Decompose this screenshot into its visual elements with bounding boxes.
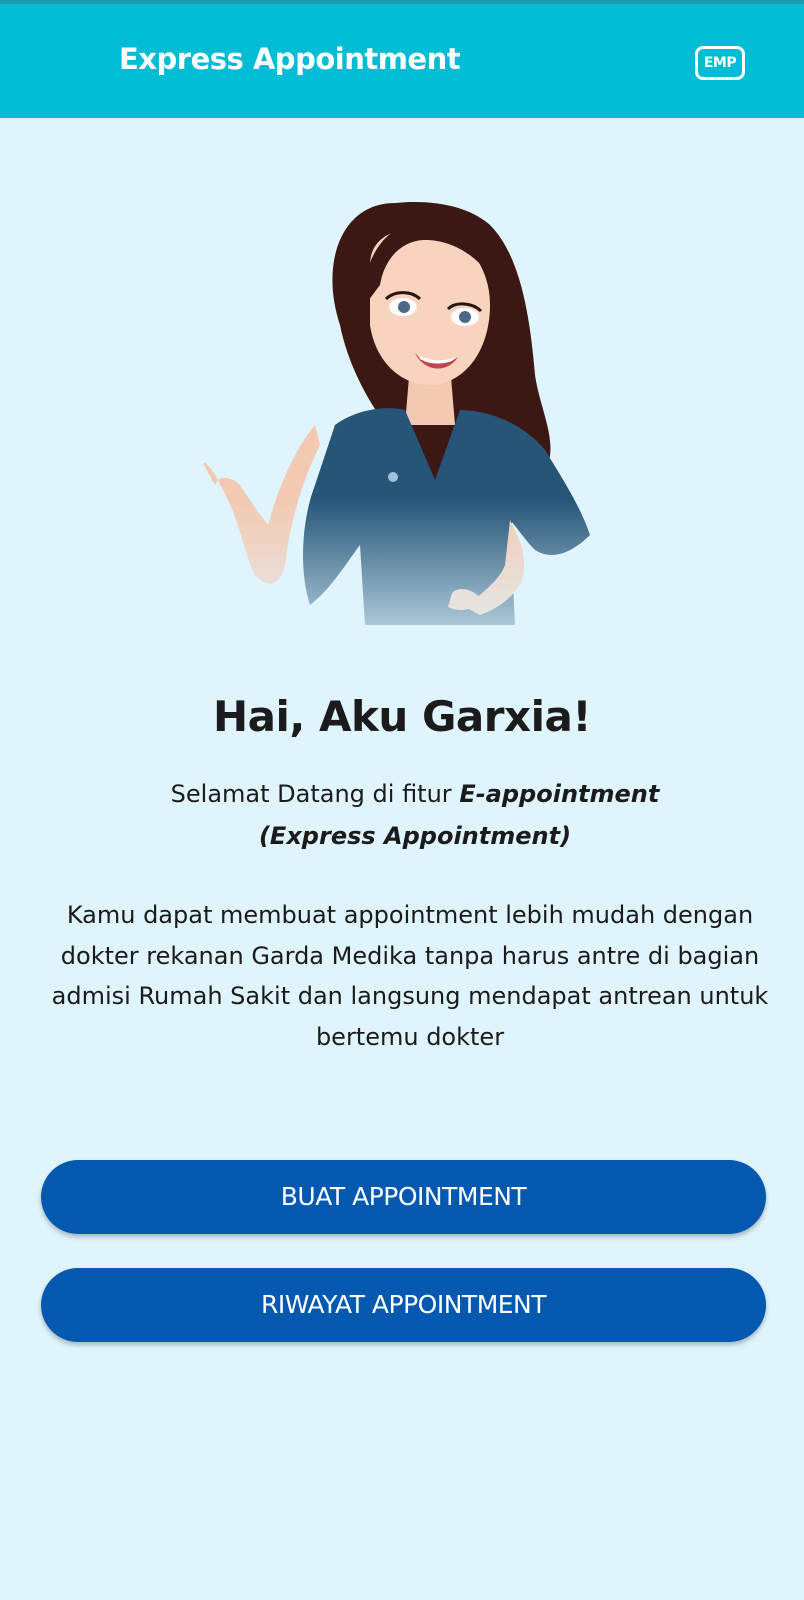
greeting-heading: Hai, Aku Garxia! [213, 692, 591, 741]
app-bar-title: Express Appointment [119, 42, 461, 76]
buat-appointment-button[interactable]: BUAT APPOINTMENT [41, 1160, 766, 1234]
welcome-prefix: Selamat Datang di fitur [170, 780, 460, 808]
feature-description: Kamu dapat membuat appointment lebih mud… [51, 901, 769, 1051]
app-bar: Express Appointment EMP [0, 4, 804, 118]
riwayat-appointment-button[interactable]: RIWAYAT APPOINTMENT [41, 1268, 766, 1342]
welcome-text: Selamat Datang di fitur E-appointment (E… [110, 773, 720, 857]
mascot-illustration [190, 195, 610, 685]
emp-badge-icon[interactable]: EMP [695, 46, 745, 80]
express-appointment-screen: Express Appointment EMP Hai, Aku Garxia!… [0, 0, 804, 1600]
